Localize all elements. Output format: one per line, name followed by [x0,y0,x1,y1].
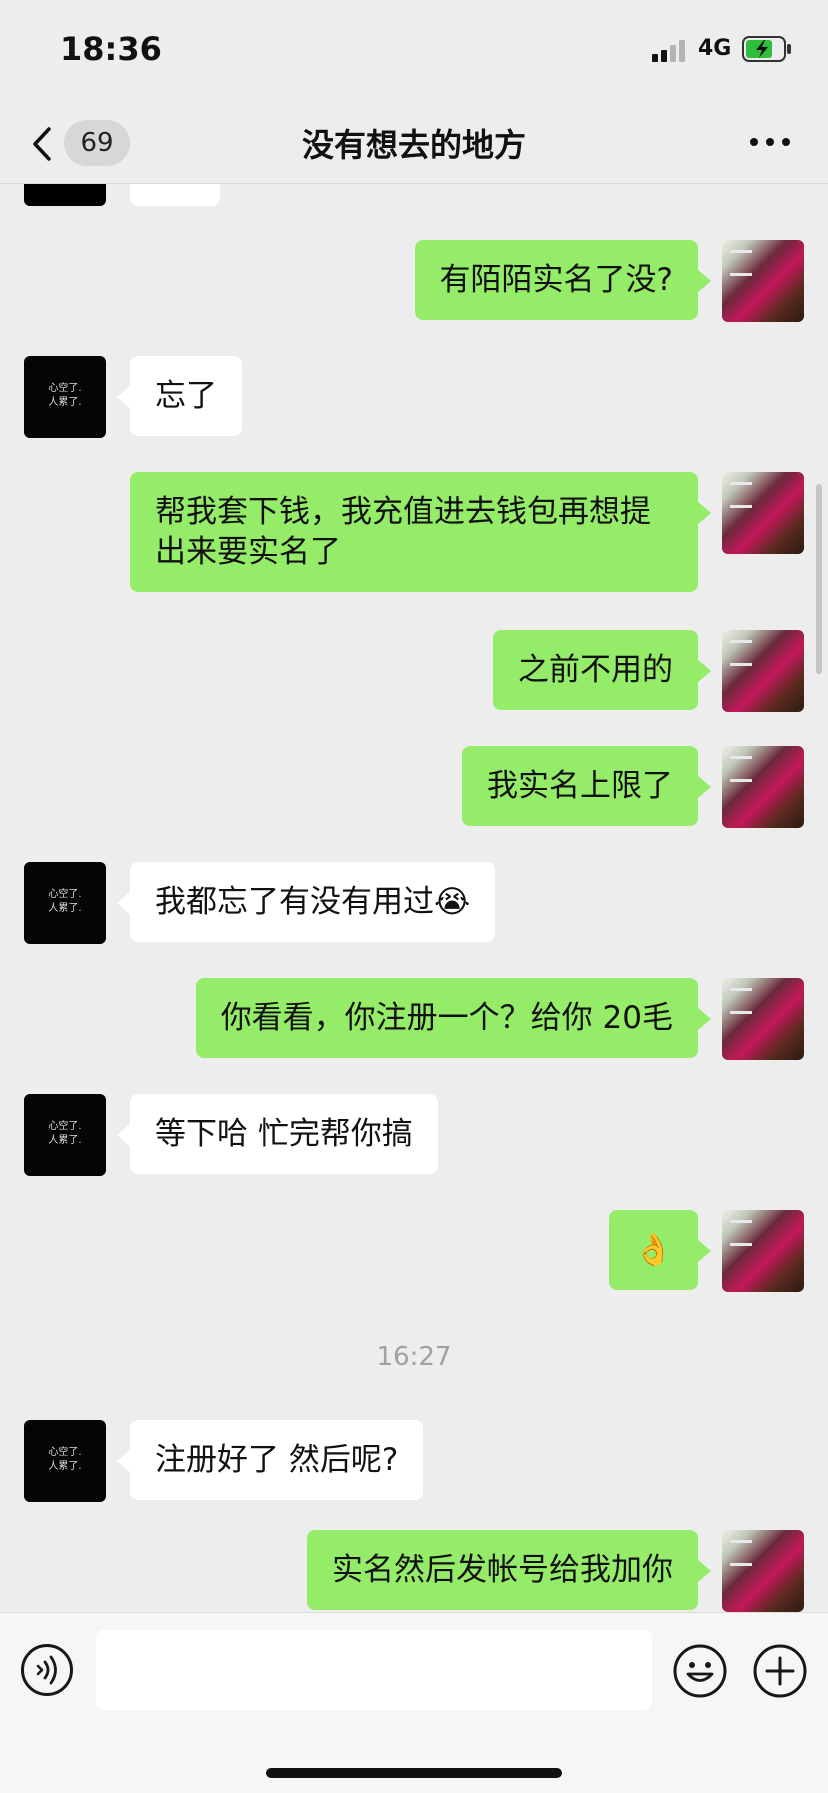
voice-icon[interactable] [20,1643,74,1697]
avatar-text: 心空了. [48,383,82,394]
contact-avatar[interactable]: 心空了. 人累了. [24,862,106,944]
my-avatar[interactable] [722,630,804,712]
message-bubble-sent[interactable]: 你看看，你注册一个？给你 20毛 [195,978,712,1058]
avatar-text: 心空了. [48,1121,82,1132]
more-dots-icon[interactable] [748,132,792,152]
contact-avatar[interactable] [24,184,106,206]
my-avatar[interactable] [722,978,804,1060]
avatar-text: 心空了. [48,1447,82,1458]
message-bubble-received[interactable]: 等下哈 忙完帮你搞 [117,1094,438,1174]
contact-avatar[interactable]: 心空了. 人累了. [24,1094,106,1176]
battery-icon [742,36,791,62]
status-time: 18:36 [60,30,162,68]
my-avatar[interactable] [722,746,804,828]
message-bubble-sent[interactable]: 我实名上限了 [462,746,711,826]
message-bubble-sent[interactable]: 帮我套下钱，我充值进去钱包再想提出来要实名了 [130,472,711,592]
input-bar [0,1612,828,1793]
signal-icon [652,38,690,62]
my-avatar[interactable] [722,240,804,322]
nav-bar: 69 没有想去的地方 [0,100,828,184]
my-avatar[interactable] [722,1210,804,1292]
home-indicator [266,1768,562,1778]
emoji-icon[interactable] [672,1643,728,1699]
avatar-text: 人累了. [48,903,82,914]
status-bar: 18:36 4G [0,0,828,100]
avatar-text: 心空了. [48,889,82,900]
message-bubble-sent[interactable]: 有陌陌实名了没? [414,240,712,320]
contact-avatar[interactable]: 心空了. 人累了. [24,356,106,438]
contact-avatar[interactable]: 心空了. 人累了. [24,1420,106,1502]
chat-title: 没有想去的地方 [301,126,526,164]
message-bubble-received[interactable]: 注册好了 然后呢? [116,1420,424,1500]
message-bubble-sent[interactable]: 之前不用的 [493,630,711,710]
message-bubble-received[interactable]: 我都忘了有没有用过😭 [116,862,496,942]
message-bubble-received[interactable]: 忘了 [117,356,242,436]
message-timestamp: 16:27 [376,1342,452,1372]
network-type: 4G [698,36,732,61]
my-avatar[interactable] [722,1530,804,1612]
my-avatar[interactable] [722,472,804,554]
chat-area[interactable]: 有陌陌实名了没? 心空了. 人累了. 忘了 帮我套下钱，我充值进去钱包再想提出来要… [0,184,828,1612]
scrollbar[interactable] [816,484,822,674]
message-bubble[interactable] [130,184,220,206]
avatar-text: 人累了. [48,1135,82,1146]
message-bubble-sent[interactable]: 实名然后发帐号给我加你 [307,1530,711,1610]
message-bubble-sent[interactable]: 👌 [609,1210,711,1290]
message-input[interactable] [96,1630,652,1710]
avatar-text: 人累了. [48,397,82,408]
avatar-text: 人累了. [48,1461,82,1472]
plus-icon[interactable] [752,1643,808,1699]
